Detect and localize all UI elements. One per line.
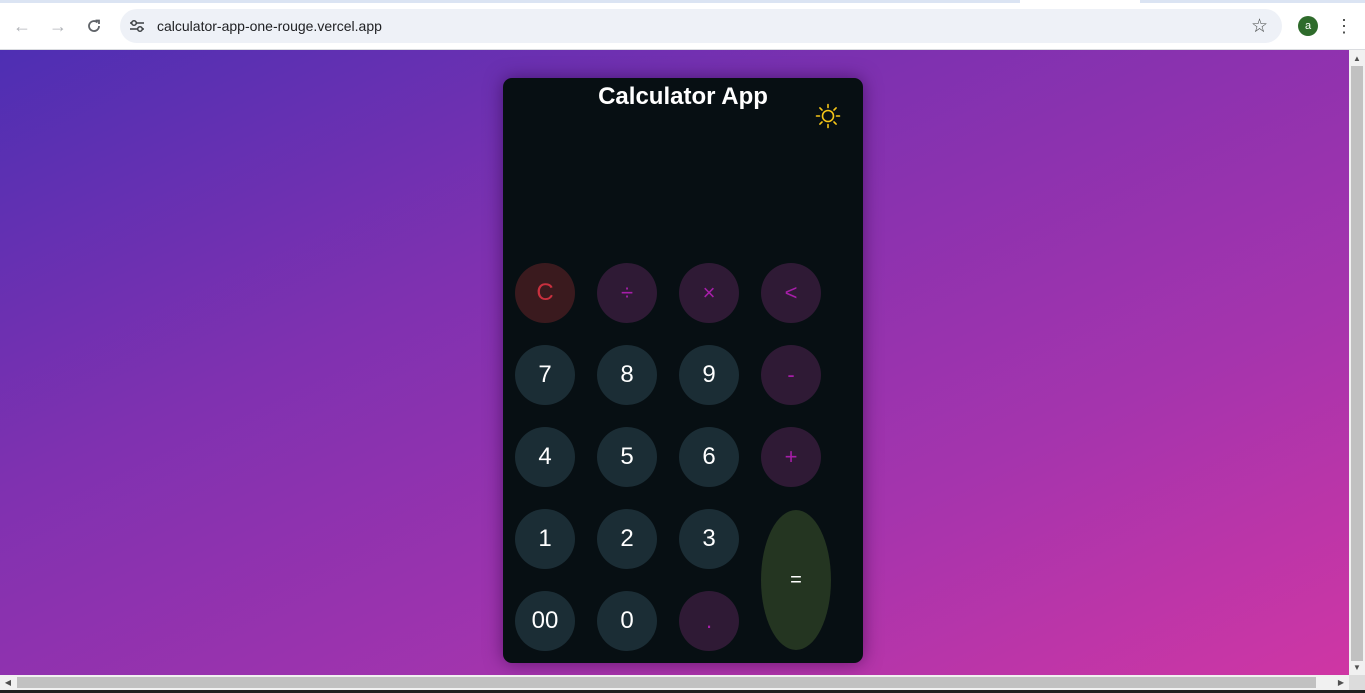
digit-4-button[interactable]: 4 [515, 427, 575, 487]
sun-icon [815, 103, 841, 129]
digit-2-button[interactable]: 2 [597, 509, 657, 569]
double-zero-button[interactable]: 00 [515, 591, 575, 651]
reload-button[interactable] [80, 12, 108, 40]
url-text[interactable]: calculator-app-one-rouge.vercel.app [157, 18, 382, 34]
bookmark-button[interactable]: ☆ [1251, 15, 1268, 38]
minus-button[interactable]: - [761, 345, 821, 405]
horizontal-scroll-thumb[interactable] [17, 677, 1316, 688]
page-background: Calculator App C ÷ × < 7 8 9 - 4 5 6 + 1… [0, 50, 1349, 675]
calculator-display [515, 138, 851, 248]
scroll-up-arrow-icon[interactable]: ▲ [1349, 50, 1365, 66]
site-info-button[interactable] [128, 17, 146, 35]
decimal-button[interactable]: . [679, 591, 739, 651]
backspace-button[interactable]: < [761, 263, 821, 323]
theme-toggle-button[interactable] [815, 103, 841, 129]
multiply-button[interactable]: × [679, 263, 739, 323]
arrow-right-icon: → [49, 15, 67, 36]
digit-6-button[interactable]: 6 [679, 427, 739, 487]
browser-toolbar: ← → calculator-app-one-rouge.vercel.app … [0, 0, 1365, 50]
reload-icon [88, 19, 100, 32]
calculator: Calculator App C ÷ × < 7 8 9 - 4 5 6 + 1… [503, 78, 863, 663]
three-dots-vertical-icon: ⋮ [1335, 15, 1353, 36]
page-title: Calculator App [598, 83, 768, 110]
digit-5-button[interactable]: 5 [597, 427, 657, 487]
profile-avatar[interactable]: a [1298, 16, 1318, 36]
divide-button[interactable]: ÷ [597, 263, 657, 323]
clear-button[interactable]: C [515, 263, 575, 323]
digit-7-button[interactable]: 7 [515, 345, 575, 405]
digit-0-button[interactable]: 0 [597, 591, 657, 651]
star-icon: ☆ [1250, 16, 1268, 37]
vertical-scroll-thumb[interactable] [1351, 66, 1363, 661]
scroll-left-arrow-icon[interactable]: ◀ [0, 675, 16, 690]
equals-button[interactable]: = [761, 510, 831, 650]
vertical-scrollbar[interactable]: ▲ ▼ [1349, 50, 1365, 675]
plus-button[interactable]: + [761, 427, 821, 487]
address-bar[interactable]: calculator-app-one-rouge.vercel.app ☆ [120, 9, 1282, 43]
digit-8-button[interactable]: 8 [597, 345, 657, 405]
arrow-left-icon: ← [13, 15, 31, 36]
browser-menu-button[interactable]: ⋮ [1334, 14, 1354, 38]
digit-1-button[interactable]: 1 [515, 509, 575, 569]
scrollbar-corner [1349, 675, 1365, 690]
back-button[interactable]: ← [8, 12, 36, 40]
tab-strip [0, 0, 1365, 3]
tune-icon [130, 19, 144, 33]
scroll-right-arrow-icon[interactable]: ▶ [1333, 675, 1349, 690]
forward-button[interactable]: → [44, 12, 72, 40]
digit-9-button[interactable]: 9 [679, 345, 739, 405]
scroll-down-arrow-icon[interactable]: ▼ [1349, 659, 1365, 675]
digit-3-button[interactable]: 3 [679, 509, 739, 569]
horizontal-scrollbar[interactable]: ◀ ▶ [0, 675, 1349, 690]
